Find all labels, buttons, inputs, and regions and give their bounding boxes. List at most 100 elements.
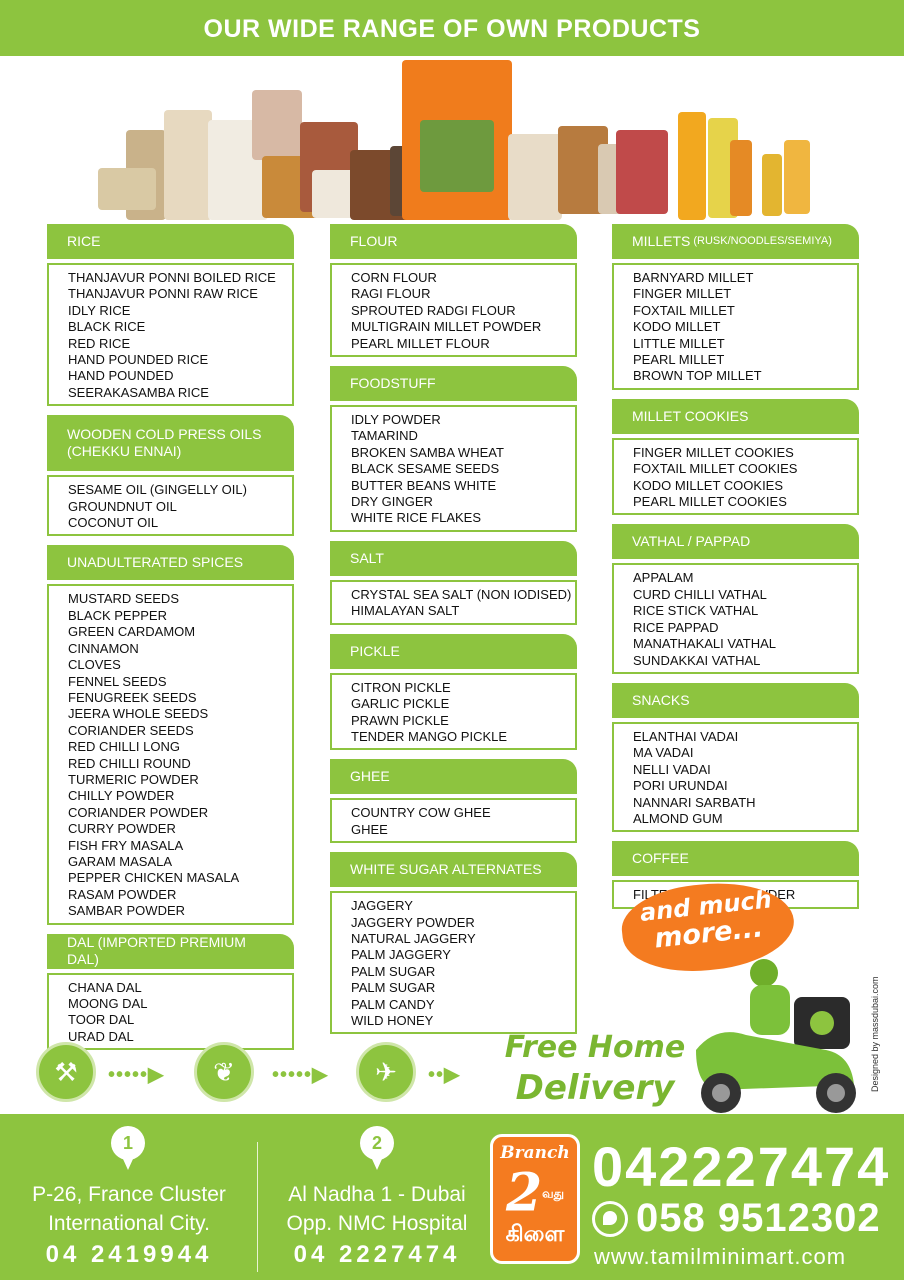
category-heading: FOODSTUFF <box>330 366 577 402</box>
category-ghee: GHEE COUNTRY COW GHEE GHEE <box>330 759 577 844</box>
branch-tamil: கிளை <box>505 1220 565 1246</box>
plough-icon: ⚒ <box>36 1042 96 1102</box>
category-list: THANJAVUR PONNI BOILED RICE THANJAVUR PO… <box>47 263 294 407</box>
list-item: PEARL MILLET COOKIES <box>633 494 787 510</box>
category-foodstuff: FOODSTUFF IDLY POWDER TAMARIND BROKEN SA… <box>330 366 577 532</box>
category-title: MILLETS <box>632 233 691 249</box>
list-item: NATURAL JAGGERY <box>351 930 476 946</box>
list-item: THANJAVUR PONNI RAW RICE <box>68 286 258 302</box>
category-list: IDLY POWDER TAMARIND BROKEN SAMBA WHEAT … <box>330 405 577 532</box>
list-item: CHANA DAL <box>68 979 142 995</box>
list-item: SAMBAR POWDER <box>68 903 186 919</box>
category-cold-press-oils: WOODEN COLD PRESS OILS (CHEKKU ENNAI) SE… <box>47 415 294 537</box>
list-item: CORN FLOUR <box>351 270 437 285</box>
list-item: SPROUTED RADGI FLOUR <box>351 302 516 318</box>
list-item: THANJAVUR PONNI BOILED RICE <box>68 270 276 285</box>
category-heading: VATHAL / PAPPAD <box>612 524 859 560</box>
dotted-arrow-icon: •••••▶ <box>108 1064 165 1086</box>
list-item: JEERA WHOLE SEEDS <box>68 706 209 722</box>
category-list: MUSTARD SEEDS BLACK PEPPER GREEN CARDAMO… <box>47 584 294 925</box>
list-item: ALMOND GUM <box>633 810 723 826</box>
dotted-arrow-icon: ••▶ <box>428 1064 461 1086</box>
category-rice: RICE THANJAVUR PONNI BOILED RICE THANJAV… <box>47 224 294 407</box>
branch-suffix: வது <box>542 1186 565 1201</box>
list-item: FISH FRY MASALA <box>68 837 184 853</box>
list-item: SEERAKASAMBA RICE <box>68 384 209 400</box>
list-item: TOOR DAL <box>68 1012 135 1028</box>
list-item: CORIANDER POWDER <box>68 804 209 820</box>
leaf-icon: ❦ <box>194 1042 254 1102</box>
list-item: FINGER MILLET <box>633 286 732 302</box>
category-subtitle: (RUSK/NOODLES/SEMIYA) <box>693 235 832 247</box>
category-heading: PICKLE <box>330 633 577 669</box>
free-line1: Free Home <box>504 1030 686 1065</box>
list-item: ELANTHAI VADAI <box>633 728 739 744</box>
list-item: MULTIGRAIN MILLET POWDER <box>351 319 542 335</box>
category-list: SESAME OIL (GINGELLY OIL) GROUNDNUT OIL … <box>47 475 294 537</box>
airplane-icon: ✈ <box>356 1042 416 1102</box>
dotted-arrow-icon: •••••▶ <box>272 1064 329 1086</box>
branch-1-address: P-26, France Cluster International City.… <box>18 1180 240 1269</box>
branch-badge: Branch 2வது கிளை <box>490 1134 580 1264</box>
category-list: FINGER MILLET COOKIES FOXTAIL MILLET COO… <box>612 437 859 516</box>
category-millets: MILLETS (RUSK/NOODLES/SEMIYA) BARNYARD M… <box>612 224 859 390</box>
category-flour: FLOUR CORN FLOUR RAGI FLOUR SPROUTED RAD… <box>330 224 577 358</box>
list-item: CINNAMON <box>68 640 139 656</box>
category-heading: FLOUR <box>330 224 577 259</box>
list-item: TAMARIND <box>351 428 418 444</box>
list-item: COCONUT OIL <box>68 515 159 531</box>
category-list: JAGGERY JAGGERY POWDER NATURAL JAGGERY P… <box>330 891 577 1035</box>
list-item: CLOVES <box>68 657 121 673</box>
list-item: WHITE RICE FLAKES <box>351 510 482 526</box>
category-heading: COFFEE <box>612 841 859 877</box>
list-item: BUTTER BEANS WHITE <box>351 477 497 493</box>
list-item: PEARL MILLET <box>633 352 725 368</box>
list-item: SUNDAKKAI VATHAL <box>633 652 761 668</box>
main-phone[interactable]: 042227474 <box>592 1134 890 1199</box>
category-snacks: SNACKS ELANTHAI VADAI MA VADAI NELLI VAD… <box>612 682 859 833</box>
category-pickle: PICKLE CITRON PICKLE GARLIC PICKLE PRAWN… <box>330 633 577 751</box>
list-item: PRAWN PICKLE <box>351 712 449 728</box>
process-steps: ⚒ •••••▶ ❦ •••••▶ ✈ ••▶ <box>0 1038 480 1108</box>
category-spices: UNADULTERATED SPICES MUSTARD SEEDS BLACK… <box>47 545 294 925</box>
category-millet-cookies: MILLET COOKIES FINGER MILLET COOKIES FOX… <box>612 398 859 516</box>
list-item: TENDER MANGO PICKLE <box>351 728 508 744</box>
address-line: P-26, France Cluster <box>32 1183 226 1206</box>
free-home-delivery: Free Home Delivery <box>495 1028 695 1108</box>
list-item: CITRON PICKLE <box>351 679 451 695</box>
list-item: BLACK PEPPER <box>68 607 167 623</box>
list-item: CHILLY POWDER <box>68 788 175 804</box>
whatsapp-number: 058 9512302 <box>636 1196 881 1240</box>
list-item: CURRY POWDER <box>68 821 176 837</box>
list-item: BROKEN SAMBA WHEAT <box>351 444 504 460</box>
list-item: BLACK SESAME SEEDS <box>351 461 500 477</box>
category-heading: MILLET COOKIES <box>612 398 859 434</box>
list-item: FOXTAIL MILLET COOKIES <box>633 461 798 477</box>
website-link[interactable]: www.tamilminimart.com <box>594 1244 846 1270</box>
list-item: RICE STICK VATHAL <box>633 603 759 619</box>
list-item: GHEE <box>351 821 388 837</box>
list-item: MA VADAI <box>633 745 694 761</box>
list-item: NANNARI SARBATH <box>633 794 756 810</box>
list-item: BROWN TOP MILLET <box>633 368 762 384</box>
list-item: CURD CHILLI VATHAL <box>633 586 767 602</box>
list-item: PEPPER CHICKEN MASALA <box>68 870 240 886</box>
list-item: IDLY RICE <box>68 302 131 318</box>
list-item: HIMALAYAN SALT <box>351 603 460 619</box>
list-item: CORIANDER SEEDS <box>68 722 194 738</box>
list-item: COUNTRY COW GHEE <box>351 805 491 821</box>
category-list: COUNTRY COW GHEE GHEE <box>330 798 577 844</box>
category-heading: DAL (IMPORTED PREMIUM DAL) <box>47 933 294 969</box>
list-item: FOXTAIL MILLET <box>633 302 735 318</box>
branch-phone[interactable]: 04 2419944 <box>18 1240 240 1269</box>
list-item: BARNYARD MILLET <box>633 270 754 285</box>
address-line: Al Nadha 1 - Dubai <box>288 1183 466 1206</box>
list-item: NELLI VADAI <box>633 761 711 777</box>
branch-phone[interactable]: 04 2227474 <box>268 1240 486 1269</box>
whatsapp-contact[interactable]: 058 9512302 <box>592 1196 881 1241</box>
list-item: APPALAM <box>633 570 694 586</box>
list-item: FENUGREEK SEEDS <box>68 689 197 705</box>
category-vathal-pappad: VATHAL / PAPPAD APPALAM CURD CHILLI VATH… <box>612 524 859 674</box>
category-sugar-alternates: WHITE SUGAR ALTERNATES JAGGERY JAGGERY P… <box>330 852 577 1035</box>
list-item: WILD HONEY <box>351 1012 434 1028</box>
